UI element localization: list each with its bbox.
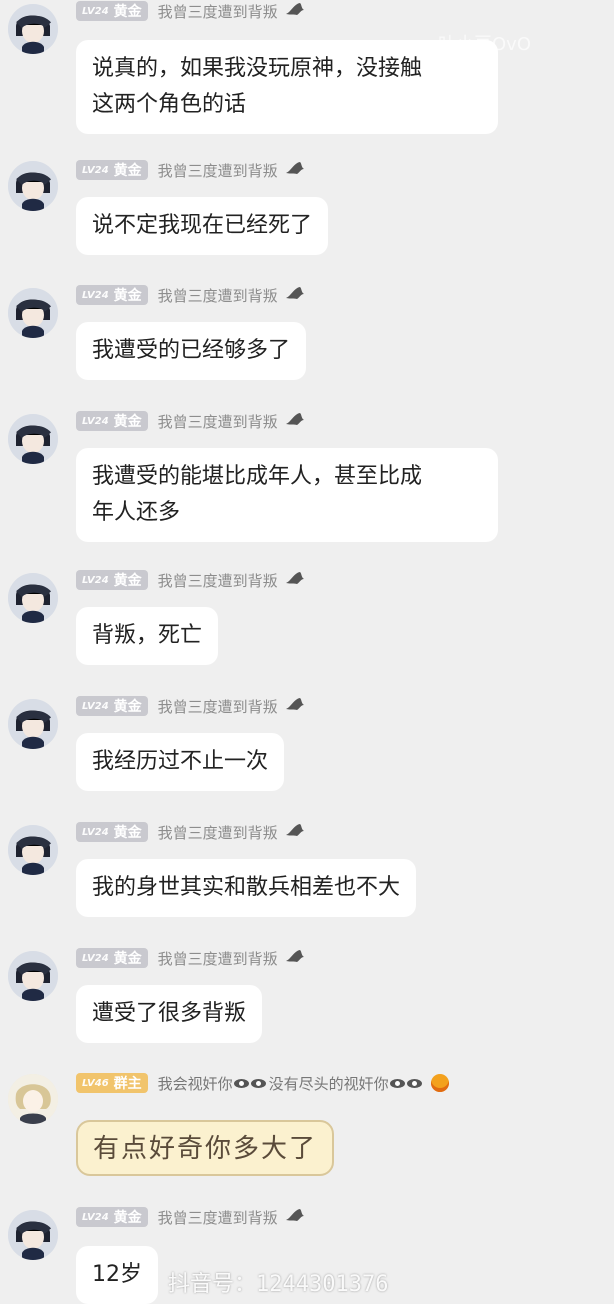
avatar[interactable] [8, 699, 58, 749]
eye-emoji-icon [250, 1078, 266, 1088]
fire-icon [430, 1074, 449, 1092]
sticker-text: 有点好奇你多大了 [92, 1134, 317, 1164]
nickname-suffix: 没有尽头的视奸你 [268, 1074, 389, 1093]
dragon-title-icon [284, 569, 308, 591]
nickname[interactable]: 我曾三度遭到背叛 [158, 411, 278, 432]
anime-avatar-icon [8, 1210, 58, 1260]
level-badge: LV24 黄金 [76, 160, 148, 180]
message-bubble: 我遭受的能堪比成年人，甚至比成 年人还多 [76, 448, 498, 542]
dragon-title-icon [284, 284, 308, 306]
anime-avatar-icon [8, 288, 58, 338]
message-bubble: 说不定我现在已经死了 [76, 197, 329, 255]
message-line: 我遭受的能堪比成年人，甚至比成 [92, 464, 423, 489]
avatar[interactable] [8, 573, 58, 623]
dragon-title-icon [284, 410, 308, 432]
message-row: LV46 群主 我会视奸你 没有尽头的视奸你 有点好奇你多大了 [0, 1068, 614, 1188]
message-line: 说真的，如果我没玩原神，没接触 [92, 56, 423, 81]
message-line: 我遭受的已经够多了 [92, 338, 291, 363]
dragon-title-icon [284, 159, 308, 181]
nickname[interactable]: 我曾三度遭到背叛 [158, 1207, 278, 1228]
level-badge: LV24 黄金 [76, 570, 148, 590]
owner-badge: LV46 群主 [76, 1073, 148, 1093]
nickname[interactable]: 我曾三度遭到背叛 [158, 948, 278, 969]
message-row: LV24 黄金 我曾三度遭到背叛 遭受了很多背叛 [0, 945, 614, 1045]
eye-emoji-icon [389, 1078, 405, 1088]
message-bubble: 说真的，如果我没玩原神，没接触 这两个角色的话 [76, 40, 498, 134]
watermark: 抖音号：1244301376 [168, 1272, 389, 1297]
top-watermark: 叶小豆OvO [438, 34, 531, 55]
avatar[interactable] [8, 951, 58, 1001]
message-row: LV24 黄金 我曾三度遭到背叛 我的身世其实和散兵相差也不大 [0, 819, 614, 919]
message-meta: LV46 群主 我会视奸你 没有尽头的视奸你 [76, 1072, 449, 1094]
anime-avatar-icon [8, 1074, 58, 1124]
avatar[interactable] [8, 1074, 58, 1124]
message-bubble: 我的身世其实和散兵相差也不大 [76, 859, 417, 917]
dragon-title-icon [284, 0, 308, 22]
avatar[interactable] [8, 1210, 58, 1260]
nickname[interactable]: 我曾三度遭到背叛 [158, 160, 278, 181]
nickname[interactable]: 我曾三度遭到背叛 [158, 822, 278, 843]
message-line: 这两个角色的话 [92, 92, 247, 117]
message-line: 说不定我现在已经死了 [92, 213, 313, 238]
avatar[interactable] [8, 4, 58, 54]
nickname[interactable]: 我曾三度遭到背叛 [158, 570, 278, 591]
message-row: LV24 黄金 我曾三度遭到背叛 我遭受的能堪比成年人，甚至比成 年人还多 [0, 408, 614, 548]
message-line: 我的身世其实和散兵相差也不大 [92, 875, 401, 900]
message-line: 12岁 [92, 1262, 142, 1287]
nickname[interactable]: 我曾三度遭到背叛 [158, 1, 278, 22]
nickname[interactable]: 我会视奸你 [158, 1073, 233, 1094]
sticker-message[interactable]: 有点好奇你多大了 [76, 1120, 334, 1176]
message-meta: LV24 黄金 我曾三度遭到背叛 [76, 947, 308, 969]
message-row: LV24 黄金 我曾三度遭到背叛 我遭受的已经够多了 [0, 282, 614, 382]
message-bubble: 背叛，死亡 [76, 607, 219, 665]
anime-avatar-icon [8, 951, 58, 1001]
anime-avatar-icon [8, 699, 58, 749]
anime-avatar-icon [8, 825, 58, 875]
message-meta: LV24 黄金 我曾三度遭到背叛 [76, 821, 308, 843]
anime-avatar-icon [8, 161, 58, 211]
message-bubble: 我经历过不止一次 [76, 733, 285, 791]
dragon-title-icon [284, 821, 308, 843]
level-badge: LV24 黄金 [76, 1207, 148, 1227]
message-line: 遭受了很多背叛 [92, 1001, 247, 1026]
nickname[interactable]: 我曾三度遭到背叛 [158, 696, 278, 717]
avatar[interactable] [8, 288, 58, 338]
dragon-title-icon [284, 947, 308, 969]
message-meta: LV24 黄金 我曾三度遭到背叛 [76, 0, 308, 22]
dragon-title-icon [284, 695, 308, 717]
message-meta: LV24 黄金 我曾三度遭到背叛 [76, 1206, 308, 1228]
message-meta: LV24 黄金 我曾三度遭到背叛 [76, 695, 308, 717]
message-meta: LV24 黄金 我曾三度遭到背叛 [76, 569, 308, 591]
avatar[interactable] [8, 161, 58, 211]
message-line: 我经历过不止一次 [92, 749, 269, 774]
message-bubble: 我遭受的已经够多了 [76, 322, 307, 380]
message-row: LV24 黄金 我曾三度遭到背叛 我经历过不止一次 [0, 693, 614, 793]
anime-avatar-icon [8, 4, 58, 54]
message-meta: LV24 黄金 我曾三度遭到背叛 [76, 159, 308, 181]
level-badge: LV24 黄金 [76, 948, 148, 968]
level-badge: LV24 黄金 [76, 411, 148, 431]
eye-emoji-icon [406, 1078, 422, 1088]
dragon-title-icon [284, 1206, 308, 1228]
message-bubble: 遭受了很多背叛 [76, 985, 263, 1043]
message-bubble: 12岁 [76, 1246, 158, 1304]
avatar[interactable] [8, 825, 58, 875]
message-row: LV24 黄金 我曾三度遭到背叛 背叛，死亡 [0, 567, 614, 667]
level-badge: LV24 黄金 [76, 696, 148, 716]
message-meta: LV24 黄金 我曾三度遭到背叛 [76, 410, 308, 432]
message-line: 年人还多 [92, 500, 181, 525]
anime-avatar-icon [8, 573, 58, 623]
avatar[interactable] [8, 414, 58, 464]
nickname[interactable]: 我曾三度遭到背叛 [158, 285, 278, 306]
message-line: 背叛，死亡 [92, 623, 203, 648]
level-badge: LV24 黄金 [76, 822, 148, 842]
level-badge: LV24 黄金 [76, 1, 148, 21]
anime-avatar-icon [8, 414, 58, 464]
eye-emoji-icon [233, 1078, 249, 1088]
level-badge: LV24 黄金 [76, 285, 148, 305]
message-meta: LV24 黄金 我曾三度遭到背叛 [76, 284, 308, 306]
message-row: LV24 黄金 我曾三度遭到背叛 说不定我现在已经死了 [0, 155, 614, 255]
message-row: LV24 黄金 我曾三度遭到背叛 说真的，如果我没玩原神，没接触 这两个角色的话 [0, 0, 614, 134]
